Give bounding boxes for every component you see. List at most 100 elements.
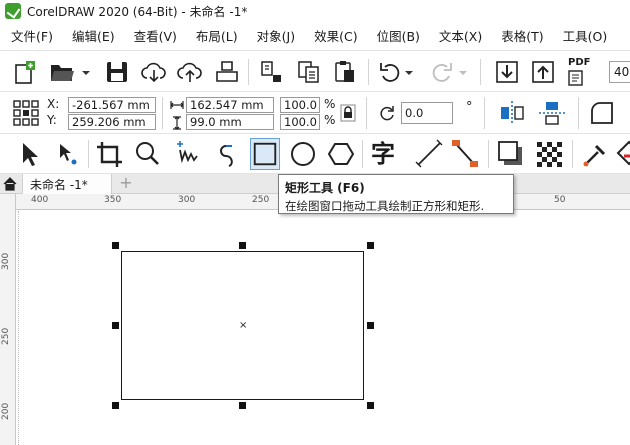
menu-bar: 文件(F) 编辑(E) 查看(V) 布局(L) 对象(J) 效果(C) 位图(B… bbox=[0, 22, 630, 48]
interactive-fill-tool-icon[interactable] bbox=[614, 138, 630, 170]
percent-label: % bbox=[324, 113, 336, 127]
selection-handle[interactable] bbox=[112, 402, 119, 409]
selection-handle[interactable] bbox=[367, 402, 374, 409]
toolbar-separator bbox=[484, 97, 485, 129]
coreldraw-logo-icon bbox=[5, 3, 21, 19]
menu-effects[interactable]: 效果(C) bbox=[314, 26, 357, 45]
menu-layout[interactable]: 布局(L) bbox=[196, 26, 238, 45]
redo-icon[interactable] bbox=[428, 59, 454, 85]
ellipse-tool-icon[interactable] bbox=[288, 138, 318, 170]
connector-tool-icon[interactable] bbox=[450, 138, 480, 170]
save-icon[interactable] bbox=[104, 59, 130, 85]
object-origin-icon[interactable] bbox=[12, 99, 40, 127]
menu-tools[interactable]: 工具(O) bbox=[563, 26, 608, 45]
pdf-label: PDF bbox=[568, 57, 591, 68]
menu-bitmaps[interactable]: 位图(B) bbox=[377, 26, 420, 45]
add-tab-button[interactable]: + bbox=[118, 175, 134, 191]
toolbar-separator bbox=[248, 59, 249, 85]
publish-pdf-button[interactable]: PDF bbox=[566, 57, 596, 87]
percent-label: % bbox=[324, 97, 336, 111]
menu-file[interactable]: 文件(F) bbox=[11, 26, 53, 45]
polygon-tool-icon[interactable] bbox=[326, 138, 356, 170]
rotate-icon bbox=[380, 106, 394, 121]
zoom-tool-icon[interactable] bbox=[132, 138, 162, 170]
selection-handle[interactable] bbox=[112, 322, 119, 329]
scale-height-field[interactable]: 100.0 bbox=[280, 114, 320, 130]
import-page-icon[interactable] bbox=[258, 59, 284, 85]
pdf-document-icon bbox=[568, 70, 583, 86]
toolbar-separator bbox=[480, 59, 481, 85]
page-border bbox=[18, 211, 19, 445]
x-label: X: bbox=[47, 97, 60, 111]
ruler-tick-label: 300 bbox=[1, 252, 11, 270]
menu-edit[interactable]: 编辑(E) bbox=[72, 26, 115, 45]
chevron-down-icon[interactable] bbox=[458, 59, 468, 85]
selection-handle[interactable] bbox=[367, 322, 374, 329]
new-document-icon[interactable] bbox=[12, 59, 38, 85]
paste-icon[interactable] bbox=[332, 59, 358, 85]
ruler-tick-label: 200 bbox=[1, 402, 11, 420]
rectangle-tool-icon[interactable] bbox=[250, 138, 280, 170]
toolbar-separator bbox=[578, 97, 579, 129]
vertical-ruler[interactable]: 300 250 200 bbox=[0, 194, 16, 445]
open-folder-icon[interactable] bbox=[48, 59, 78, 85]
y-position-field[interactable]: 259.206 mm bbox=[68, 114, 156, 130]
cloud-download-icon[interactable] bbox=[140, 59, 168, 85]
chevron-down-icon[interactable] bbox=[80, 59, 92, 85]
selection-handle[interactable] bbox=[367, 242, 374, 249]
export-icon[interactable] bbox=[530, 59, 556, 85]
rotation-field[interactable]: 0.0 bbox=[401, 102, 453, 124]
x-position-field[interactable]: -261.567 mm bbox=[68, 97, 156, 113]
ruler-tick-label: 50 bbox=[554, 195, 566, 205]
menu-text[interactable]: 文本(X) bbox=[439, 26, 482, 45]
eyedropper-tool-icon[interactable] bbox=[580, 138, 610, 170]
crop-tool-icon[interactable] bbox=[94, 138, 124, 170]
corner-round-icon[interactable] bbox=[588, 99, 616, 127]
title-bar: CorelDRAW 2020 (64-Bit) - 未命名 -1* bbox=[0, 0, 630, 22]
menu-table[interactable]: 表格(T) bbox=[501, 26, 543, 45]
dimension-tool-icon[interactable] bbox=[414, 138, 444, 170]
scale-width-field[interactable]: 100.0 bbox=[280, 97, 320, 113]
width-field[interactable]: 162.547 mm bbox=[186, 97, 274, 113]
toolbar-separator bbox=[362, 140, 363, 168]
mirror-vertical-icon[interactable] bbox=[538, 100, 566, 126]
text-tool-icon[interactable]: 字 bbox=[368, 138, 398, 170]
ruler-tick-label: 250 bbox=[252, 195, 270, 205]
document-tab[interactable]: 未命名 -1* bbox=[22, 174, 112, 194]
freehand-tool-icon[interactable] bbox=[174, 138, 204, 170]
toolbox: 字 bbox=[0, 134, 630, 174]
toolbar-separator bbox=[368, 59, 369, 85]
menu-object[interactable]: 对象(J) bbox=[257, 26, 295, 45]
menu-view[interactable]: 查看(V) bbox=[134, 26, 177, 45]
copy-icon[interactable] bbox=[296, 59, 322, 85]
cloud-upload-icon[interactable] bbox=[176, 59, 204, 85]
tooltip: 矩形工具 (F6) 在绘图窗口拖动工具绘制正方形和矩形. bbox=[278, 174, 514, 214]
selection-handle[interactable] bbox=[239, 402, 246, 409]
toolbar-separator bbox=[572, 140, 573, 168]
transparency-tool-icon[interactable] bbox=[534, 138, 564, 170]
import-icon[interactable] bbox=[494, 59, 520, 85]
toolbar-separator bbox=[88, 140, 89, 168]
toolbar-separator bbox=[162, 97, 163, 129]
chevron-down-icon[interactable] bbox=[404, 59, 414, 85]
home-icon[interactable] bbox=[3, 177, 17, 191]
ruler-tick-label: 350 bbox=[104, 195, 122, 205]
drop-shadow-tool-icon[interactable] bbox=[496, 138, 526, 170]
width-arrow-icon bbox=[170, 101, 184, 109]
selection-handle[interactable] bbox=[112, 242, 119, 249]
selection-handle[interactable] bbox=[239, 242, 246, 249]
tooltip-description: 在绘图窗口拖动工具绘制正方形和矩形. bbox=[285, 199, 485, 213]
print-icon[interactable] bbox=[214, 59, 240, 85]
shape-tool-icon[interactable] bbox=[52, 138, 82, 170]
undo-icon[interactable] bbox=[378, 59, 404, 85]
artistic-media-tool-icon[interactable] bbox=[212, 138, 242, 170]
ruler-tick-label: 300 bbox=[178, 195, 196, 205]
standard-toolbar: PDF 40% bbox=[0, 50, 630, 92]
lock-ratio-icon[interactable] bbox=[340, 104, 356, 122]
zoom-level-field[interactable]: 40% bbox=[609, 61, 630, 83]
window-title: CorelDRAW 2020 (64-Bit) - 未命名 -1* bbox=[27, 4, 248, 19]
pick-tool-icon[interactable] bbox=[14, 138, 44, 170]
y-label: Y: bbox=[47, 113, 57, 127]
height-field[interactable]: 99.0 mm bbox=[186, 114, 274, 130]
mirror-horizontal-icon[interactable] bbox=[498, 100, 526, 126]
